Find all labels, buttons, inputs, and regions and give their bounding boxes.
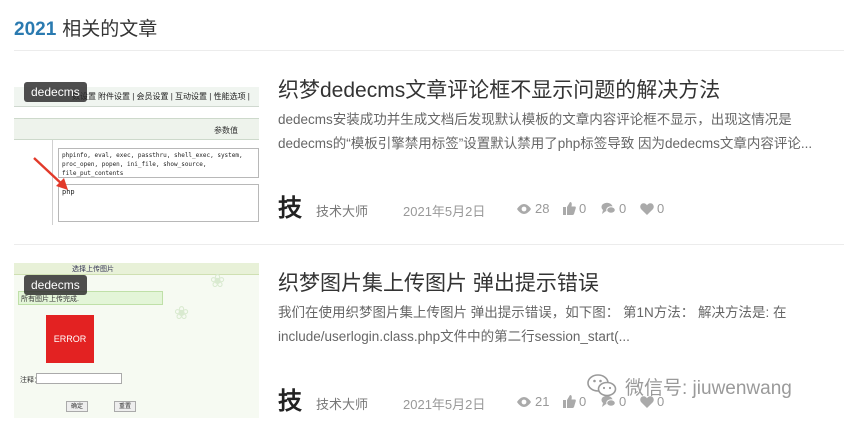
post-title[interactable]: 织梦图片集上传图片 弹出提示错误: [278, 267, 599, 297]
post-thumbnail[interactable]: dedecms 数设置 附件设置 | 会员设置 | 互动设置 | 性能选项 | …: [14, 70, 259, 225]
title-divider: [14, 50, 844, 51]
favorites-count: 0: [657, 201, 665, 216]
wechat-watermark: 微信号: jiuwenwang: [587, 373, 792, 401]
thumb-table-header: 参数值: [14, 118, 259, 140]
post-excerpt: dedecms安装成功并生成文档后发现默认模板的文章内容评论框不显示，出现这情况…: [278, 112, 813, 151]
thumb-menu-items: 附件设置 | 会员设置 | 互动设置 | 性能选项 |: [98, 92, 250, 101]
thumb-note-input: [36, 373, 122, 384]
thumb-ok-button: 确定: [66, 401, 88, 412]
likes-count: 0: [579, 201, 587, 216]
author-logo: 技: [278, 386, 302, 415]
paw-print-icon: ❀: [210, 271, 226, 291]
category-badge[interactable]: dedecms: [24, 275, 87, 295]
likes-count: 0: [579, 394, 587, 409]
thumb-error-box: ERROR: [46, 315, 94, 363]
section-year: 2021: [14, 19, 57, 40]
comments-icon: [601, 202, 616, 214]
post-meta: 技 技术大师 2021年5月2日 28 0 0 0: [278, 194, 838, 222]
wechat-icon: [587, 374, 617, 397]
red-arrow-icon: [33, 157, 68, 190]
likes-stat[interactable]: 0: [563, 201, 586, 216]
views-count: 21: [535, 394, 550, 409]
post-title[interactable]: 织梦dedecms文章评论框不显示问题的解决方法: [278, 74, 720, 104]
post-excerpt: 我们在使用织梦图片集上传图片 弹出提示错误，如下图： 第1N方法： 解决方法是:…: [278, 305, 787, 344]
views-count: 28: [535, 201, 550, 216]
author-logo: 技: [278, 193, 302, 222]
thumb-topbar-text: 选择上传图片: [72, 266, 114, 273]
heart-icon: [640, 203, 654, 215]
post-divider: [14, 244, 844, 245]
eye-icon: [517, 204, 531, 214]
author-name[interactable]: 技术大师: [316, 201, 368, 220]
views-stat: 28: [516, 201, 549, 216]
thumb-disabled-functions: phpinfo, eval, exec, passthru, shell_exe…: [58, 148, 259, 178]
comments-stat[interactable]: 0: [601, 201, 626, 216]
thumbs-up-icon: [563, 202, 576, 215]
likes-stat[interactable]: 0: [563, 394, 586, 409]
post-date: 2021年5月2日: [403, 204, 486, 219]
comments-count: 0: [619, 201, 627, 216]
author-name[interactable]: 技术大师: [316, 394, 368, 413]
post-thumbnail[interactable]: 选择上传图片 dedecms 所有图片上传完成. ERROR ❀ ❀ 注释： 确…: [14, 263, 259, 418]
favorites-stat[interactable]: 0: [640, 201, 664, 216]
section-title: 2021 相关的文章: [14, 14, 157, 41]
category-badge[interactable]: dedecms: [24, 82, 87, 102]
thumb-reset-button: 重置: [114, 401, 136, 412]
thumbs-up-icon: [563, 395, 576, 408]
paw-print-icon: ❀: [174, 303, 190, 323]
post-card: dedecms 数设置 附件设置 | 会员设置 | 互动设置 | 性能选项 | …: [14, 70, 844, 230]
eye-icon: [517, 397, 531, 407]
views-stat: 21: [516, 394, 549, 409]
post-date: 2021年5月2日: [403, 397, 486, 412]
thumb-disabled-tags: php: [58, 184, 259, 222]
section-title-text: 相关的文章: [62, 19, 158, 40]
thumb-header-text: 参数值: [214, 126, 238, 135]
watermark-text: 微信号: jiuwenwang: [625, 378, 792, 399]
